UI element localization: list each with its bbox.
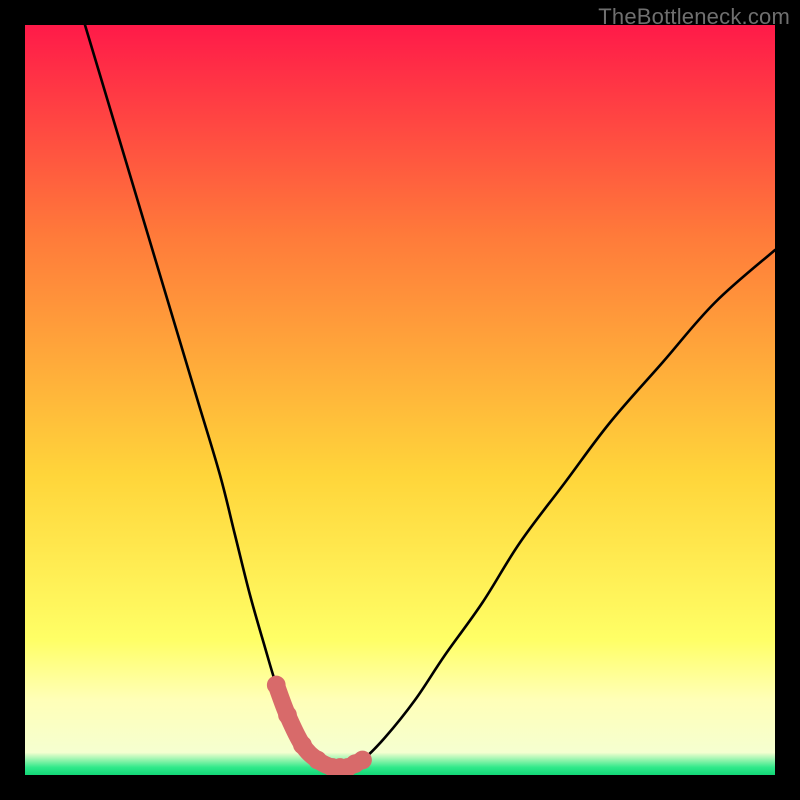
- curve-path: [85, 25, 775, 768]
- trough-marker-dot: [278, 706, 297, 725]
- trough-marker-dots: [267, 676, 372, 775]
- bottleneck-curve: [25, 25, 775, 775]
- watermark-text: TheBottleneck.com: [598, 4, 790, 30]
- chart-frame: TheBottleneck.com: [0, 0, 800, 800]
- trough-marker-dot: [353, 751, 372, 770]
- trough-marker-dot: [267, 676, 286, 695]
- plot-area: [25, 25, 775, 775]
- trough-marker-dot: [293, 736, 312, 755]
